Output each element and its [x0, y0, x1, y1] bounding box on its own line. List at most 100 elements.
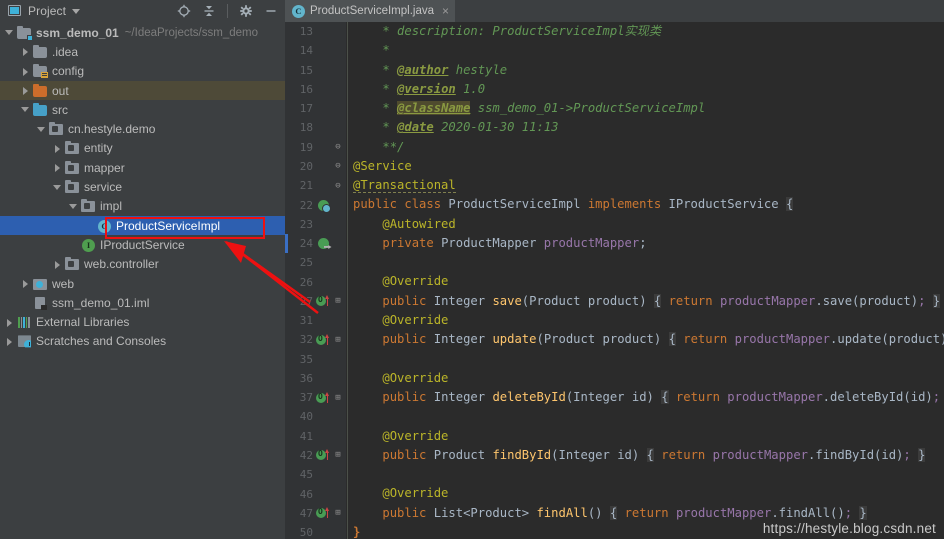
code-line[interactable]: **/	[353, 138, 944, 157]
code-line[interactable]	[353, 350, 944, 369]
code-line[interactable]: @Override	[353, 311, 944, 330]
minimize-icon[interactable]	[261, 0, 281, 22]
chevron-down-icon[interactable]	[5, 28, 14, 37]
code-line[interactable]	[353, 465, 944, 484]
tree-item-service[interactable]: service	[0, 177, 285, 196]
gutter-line[interactable]: 37 ⊞	[285, 388, 347, 407]
gutter-line[interactable]: 22	[285, 195, 347, 214]
gutter-line[interactable]: 41	[285, 427, 347, 446]
gutter-mark[interactable]	[315, 295, 331, 307]
code-line[interactable]: @Override	[353, 427, 944, 446]
gutter-line[interactable]: 20 ⊖	[285, 157, 347, 176]
tree-item-external-libraries[interactable]: External Libraries	[0, 312, 285, 331]
chevron-down-icon[interactable]	[53, 183, 62, 192]
fold-toggle-icon[interactable]: ⊞	[331, 508, 345, 518]
code-line[interactable]: @Override	[353, 369, 944, 388]
code-line[interactable]: public Integer deleteById(Integer id) { …	[353, 388, 944, 407]
tree-item-ssm-demo-01-iml[interactable]: ssm_demo_01.iml	[0, 293, 285, 312]
gutter-mark[interactable]	[315, 333, 331, 346]
code-line[interactable]: @Autowired	[353, 215, 944, 234]
gutter-line[interactable]: 35	[285, 350, 347, 369]
code-line[interactable]: private ProductMapper productMapper;	[353, 234, 944, 253]
tree-item-src[interactable]: src	[0, 100, 285, 119]
code-editor[interactable]: 13141516171819⊖20⊖21⊖222324252627⊞3132⊞3…	[285, 22, 944, 539]
chevron-right-icon[interactable]	[21, 47, 30, 57]
gutter-line[interactable]: 25	[285, 253, 347, 272]
gutter-line[interactable]: 32 ⊞	[285, 330, 347, 349]
gutter-mark[interactable]	[315, 199, 331, 213]
chevron-right-icon[interactable]	[53, 163, 62, 173]
tree-item-web[interactable]: web	[0, 274, 285, 293]
tree-item--idea[interactable]: .idea	[0, 42, 285, 61]
settings-gear-icon[interactable]	[236, 0, 256, 22]
gutter-mark[interactable]	[315, 449, 331, 461]
gutter-line[interactable]: 47 ⊞	[285, 504, 347, 523]
tree-item-iproductservice[interactable]: I IProductService	[0, 235, 285, 254]
gutter-line[interactable]: 27 ⊞	[285, 292, 347, 311]
gutter-line[interactable]: 15	[285, 61, 347, 80]
gutter-line[interactable]: 16	[285, 80, 347, 99]
gutter-line[interactable]: 45	[285, 465, 347, 484]
gutter-mark[interactable]	[315, 507, 331, 519]
tree-item-web-controller[interactable]: web.controller	[0, 255, 285, 274]
project-tree[interactable]: ssm_demo_01 ~/IdeaProjects/ssm_demo .idea c…	[0, 22, 285, 539]
gutter-line[interactable]: 42 ⊞	[285, 446, 347, 465]
gutter-line[interactable]: 31	[285, 311, 347, 330]
chevron-down-icon[interactable]	[69, 202, 78, 211]
code-line[interactable]: * description: ProductServiceImpl实现类	[353, 22, 944, 41]
chevron-down-icon[interactable]	[72, 8, 81, 14]
chevron-down-icon[interactable]	[21, 105, 30, 114]
tree-item-impl[interactable]: impl	[0, 197, 285, 216]
fold-toggle-icon[interactable]: ⊞	[331, 335, 345, 345]
gutter-line[interactable]: 50	[285, 523, 347, 539]
gutter-line[interactable]: 36	[285, 369, 347, 388]
chevron-right-icon[interactable]	[21, 279, 30, 288]
gutter-line[interactable]: 26	[285, 272, 347, 291]
gutter-line[interactable]: 13	[285, 22, 347, 41]
fold-toggle-icon[interactable]: ⊞	[331, 450, 345, 460]
gutter-line[interactable]: 14	[285, 41, 347, 60]
editor-gutter[interactable]: 13141516171819⊖20⊖21⊖222324252627⊞3132⊞3…	[285, 22, 347, 539]
code-line[interactable]: * @date 2020-01-30 11:13	[353, 118, 944, 137]
gutter-mark[interactable]	[315, 238, 331, 250]
chevron-right-icon[interactable]	[53, 260, 62, 269]
chevron-right-icon[interactable]	[5, 337, 14, 346]
code-line[interactable]: public class ProductServiceImpl implemen…	[353, 195, 944, 214]
chevron-right-icon[interactable]	[21, 67, 30, 76]
fold-toggle-icon[interactable]: ⊖	[331, 181, 345, 191]
tree-item-ssm-demo-01[interactable]: ssm_demo_01 ~/IdeaProjects/ssm_demo	[0, 23, 285, 42]
fold-toggle-icon[interactable]: ⊖	[331, 161, 345, 171]
tree-item-out[interactable]: out	[0, 80, 285, 101]
code-line[interactable]: *	[353, 41, 944, 60]
chevron-down-icon[interactable]	[37, 125, 46, 134]
gutter-line[interactable]: 46	[285, 484, 347, 503]
close-icon[interactable]: ×	[442, 5, 449, 17]
tree-item-config[interactable]: config	[0, 62, 285, 81]
code-line[interactable]: * @className ssm_demo_01->ProductService…	[353, 99, 944, 118]
code-line[interactable]: * @version 1.0	[353, 80, 944, 99]
editor-tab[interactable]: C ProductServiceImpl.java ×	[285, 0, 456, 22]
fold-toggle-icon[interactable]: ⊞	[331, 296, 345, 306]
code-line[interactable]: public Integer save(Product product) { r…	[353, 292, 944, 311]
fold-toggle-icon[interactable]: ⊖	[331, 142, 345, 152]
code-line[interactable]: @Override	[353, 484, 944, 503]
collapse-all-icon[interactable]	[199, 0, 219, 22]
code-line[interactable]	[353, 407, 944, 426]
gutter-line[interactable]: 21 ⊖	[285, 176, 347, 195]
code-line[interactable]: * @author hestyle	[353, 61, 944, 80]
code-area[interactable]: * description: ProductServiceImpl实现类 * *…	[347, 22, 944, 539]
tree-item-mapper[interactable]: mapper	[0, 158, 285, 177]
chevron-right-icon[interactable]	[21, 86, 30, 96]
gutter-line[interactable]: 24	[285, 233, 347, 254]
code-line[interactable]: public Integer update(Product product) {…	[353, 330, 944, 349]
code-line[interactable]	[353, 253, 944, 272]
gutter-line[interactable]: 19 ⊖	[285, 138, 347, 157]
chevron-right-icon[interactable]	[5, 318, 14, 327]
code-line[interactable]: public Product findById(Integer id) { re…	[353, 446, 944, 465]
gutter-line[interactable]: 17	[285, 99, 347, 118]
tree-item-cn-hestyle-demo[interactable]: cn.hestyle.demo	[0, 119, 285, 138]
code-line[interactable]: @Transactional	[353, 176, 944, 195]
locate-icon[interactable]	[174, 0, 194, 22]
code-line[interactable]: @Service	[353, 157, 944, 176]
tree-item-productserviceimpl[interactable]: C ProductServiceImpl	[0, 215, 285, 236]
